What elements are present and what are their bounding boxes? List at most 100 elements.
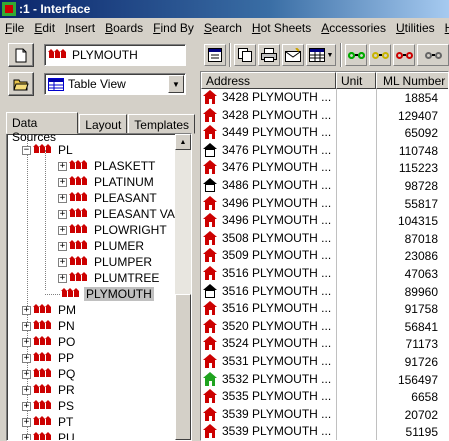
menu-accessories[interactable]: Accessories <box>316 21 391 35</box>
tree-node-platinum[interactable]: + PLATINUM <box>58 174 156 190</box>
table-row[interactable]: 3532 PLYMOUTH ... 156497 <box>201 371 448 388</box>
expand-icon[interactable]: + <box>58 225 67 235</box>
view-green-button[interactable] <box>345 44 367 66</box>
address-cell: 3516 PLYMOUTH ... <box>203 301 331 316</box>
address-text: 3496 PLYMOUTH ... <box>222 213 332 228</box>
scroll-up-icon[interactable]: ▲ <box>175 134 191 150</box>
tree-node-pu[interactable]: + PU <box>22 430 77 440</box>
email-button[interactable] <box>282 44 304 66</box>
expand-icon[interactable]: + <box>22 417 31 427</box>
columns-button[interactable]: ▼ <box>306 44 336 66</box>
tree-node-plumper[interactable]: + PLUMPER <box>58 254 154 270</box>
tree-node-pl[interactable]: − PL <box>22 142 75 158</box>
table-row[interactable]: 3496 PLYMOUTH ... 55817 <box>201 195 448 212</box>
expand-icon[interactable]: + <box>22 337 31 347</box>
view-gray-button[interactable] <box>417 44 449 66</box>
table-row[interactable]: 3509 PLYMOUTH ... 23086 <box>201 247 448 264</box>
menu-search[interactable]: Search <box>199 21 247 35</box>
tree-node-ps[interactable]: + PS <box>22 398 76 414</box>
tree-node-pr[interactable]: + PR <box>22 382 77 398</box>
tab-data-sources[interactable]: Data Sources <box>6 112 79 144</box>
view-yellow-button[interactable] <box>369 44 391 66</box>
expand-icon[interactable]: + <box>58 241 67 251</box>
tree-node-pm[interactable]: + PM <box>22 302 78 318</box>
menu-edit[interactable]: Edit <box>29 21 60 35</box>
menu-utilities[interactable]: Utilities <box>391 21 440 35</box>
table-row[interactable]: 3516 PLYMOUTH ... 89960 <box>201 283 448 300</box>
table-row[interactable]: 3476 PLYMOUTH ... 110748 <box>201 142 448 159</box>
view-red-button[interactable] <box>393 44 415 66</box>
menu-hot-sheets[interactable]: Hot Sheets <box>247 21 316 35</box>
tree-node-plymouth[interactable]: PLYMOUTH <box>61 286 154 302</box>
expand-icon[interactable]: + <box>22 353 31 363</box>
tree-node-pleasant[interactable]: + PLEASANT <box>58 190 159 206</box>
chevron-down-icon[interactable]: ▼ <box>168 75 184 93</box>
expand-icon[interactable]: + <box>58 209 67 219</box>
tree-node-plowright[interactable]: + PLOWRIGHT <box>58 222 169 238</box>
menu-help[interactable]: Help <box>440 21 449 35</box>
column-header-address[interactable]: Address <box>201 72 336 89</box>
left-panel: PLYMOUTH Table View ▼ Data Sources Layou… <box>0 37 196 441</box>
table-row[interactable]: 3496 PLYMOUTH ... 104315 <box>201 212 448 229</box>
table-row[interactable]: 3539 PLYMOUTH ... 51195 <box>201 423 448 440</box>
house-status-icon <box>203 125 218 140</box>
tree-scrollbar[interactable]: ▲ <box>175 134 191 440</box>
expand-icon[interactable]: + <box>58 177 67 187</box>
scroll-thumb[interactable] <box>175 294 191 440</box>
table-row[interactable]: 3476 PLYMOUTH ... 115223 <box>201 159 448 176</box>
table-row[interactable]: 3520 PLYMOUTH ... 56841 <box>201 318 448 335</box>
table-row[interactable]: 3524 PLYMOUTH ... 71173 <box>201 335 448 352</box>
copy-button[interactable] <box>234 44 256 66</box>
table-row[interactable]: 3535 PLYMOUTH ... 6658 <box>201 388 448 405</box>
expand-icon[interactable]: + <box>58 161 67 171</box>
tree-node-plumtree[interactable]: + PLUMTREE <box>58 270 161 286</box>
address-text: 3516 PLYMOUTH ... <box>222 283 332 298</box>
table-row[interactable]: 3486 PLYMOUTH ... 98728 <box>201 177 448 194</box>
open-folder-button[interactable] <box>8 72 34 96</box>
tree-node-pleasant-vali[interactable]: + PLEASANT VALI <box>58 206 187 222</box>
collapse-icon[interactable]: − <box>22 145 31 155</box>
table-row[interactable]: 3531 PLYMOUTH ... 91726 <box>201 353 448 370</box>
expand-icon[interactable]: + <box>22 401 31 411</box>
table-row[interactable]: 3516 PLYMOUTH ... 91758 <box>201 300 448 317</box>
menu-file[interactable]: File <box>0 21 29 35</box>
address-cell: 3539 PLYMOUTH ... <box>203 424 331 439</box>
tab-layout[interactable]: Layout <box>79 114 128 134</box>
tree-node-plaskett[interactable]: + PLASKETT <box>58 158 157 174</box>
tree-node-po[interactable]: + PO <box>22 334 77 350</box>
expand-icon[interactable]: + <box>22 305 31 315</box>
column-header-ml-number[interactable]: ML Number <box>376 72 448 89</box>
menu-find-by[interactable]: Find By <box>148 21 199 35</box>
expand-icon[interactable]: + <box>22 369 31 379</box>
menu-insert[interactable]: Insert <box>60 21 100 35</box>
new-document-button[interactable] <box>8 43 34 67</box>
street-field[interactable]: PLYMOUTH <box>44 44 186 66</box>
expand-icon[interactable]: + <box>58 257 67 267</box>
expand-icon[interactable]: + <box>22 321 31 331</box>
table-row[interactable]: 3508 PLYMOUTH ... 87018 <box>201 230 448 247</box>
glasses-icon <box>371 51 389 59</box>
expand-icon[interactable]: + <box>58 193 67 203</box>
table-row[interactable]: 3516 PLYMOUTH ... 47063 <box>201 265 448 282</box>
tree-node-pt[interactable]: + PT <box>22 414 75 430</box>
houses-icon <box>69 208 88 217</box>
table-row[interactable]: 3428 PLYMOUTH ... 129407 <box>201 107 448 124</box>
table-row[interactable]: 3428 PLYMOUTH ... 18854 <box>201 89 448 106</box>
tab-templates[interactable]: Templates <box>128 114 195 134</box>
expand-icon[interactable]: + <box>22 433 31 440</box>
menu-bar: File Edit Insert Boards Find By Search H… <box>0 18 449 37</box>
table-icon <box>308 48 325 62</box>
view-select[interactable]: Table View ▼ <box>44 73 186 95</box>
tree-node-plumer[interactable]: + PLUMER <box>58 238 146 254</box>
table-row[interactable]: 3449 PLYMOUTH ... 65092 <box>201 124 448 141</box>
select-button[interactable] <box>204 44 226 66</box>
table-row[interactable]: 3539 PLYMOUTH ... 20702 <box>201 406 448 423</box>
expand-icon[interactable]: + <box>22 385 31 395</box>
tree-node-pn[interactable]: + PN <box>22 318 77 334</box>
menu-boards[interactable]: Boards <box>100 21 148 35</box>
expand-icon[interactable]: + <box>58 273 67 283</box>
print-button[interactable] <box>258 44 280 66</box>
column-header-unit[interactable]: Unit <box>336 72 376 89</box>
tree-node-pq[interactable]: + PQ <box>22 366 77 382</box>
tree-node-pp[interactable]: + PP <box>22 350 76 366</box>
